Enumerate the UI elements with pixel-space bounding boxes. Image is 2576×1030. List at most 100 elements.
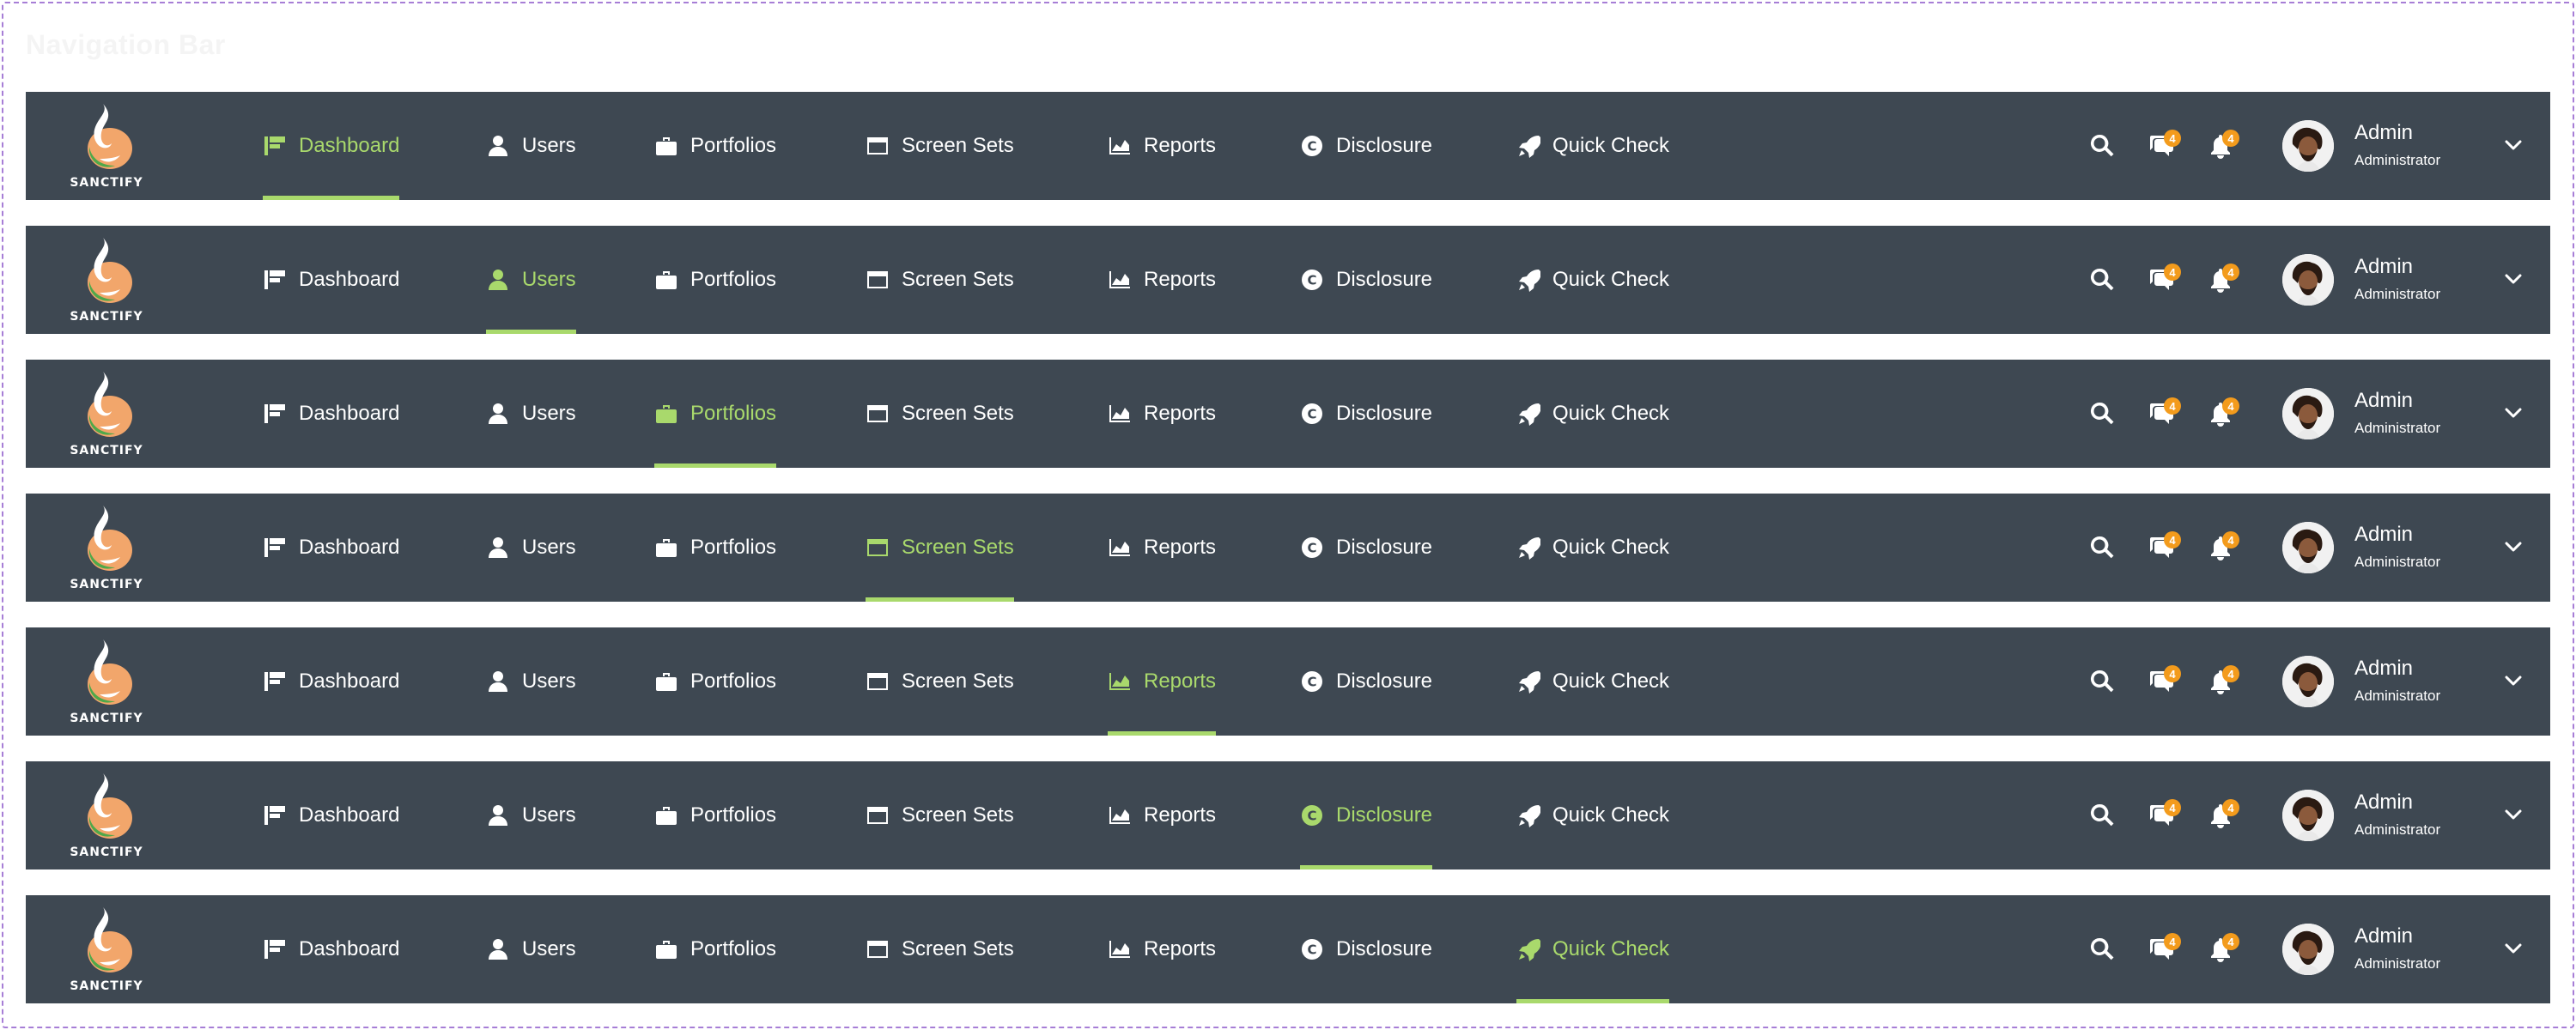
nav-item-portfolios[interactable]: Portfolios bbox=[654, 360, 777, 468]
nav-item-screen-sets[interactable]: Screen Sets bbox=[866, 360, 1014, 468]
messages-button[interactable]: 4 bbox=[2145, 494, 2181, 602]
search-button[interactable] bbox=[2085, 92, 2119, 200]
nav-item-quick-check[interactable]: Quick Check bbox=[1516, 494, 1669, 602]
rocket-icon bbox=[1516, 402, 1540, 426]
nav-item-reports[interactable]: Reports bbox=[1108, 92, 1216, 200]
avatar[interactable] bbox=[2282, 924, 2334, 975]
nav-item-disclosure[interactable]: C Disclosure bbox=[1300, 92, 1432, 200]
chevron-down-icon[interactable] bbox=[2499, 130, 2528, 160]
brand-logo[interactable]: SANCTIFY bbox=[64, 494, 149, 602]
brand-logo[interactable]: SANCTIFY bbox=[64, 360, 149, 468]
nav-item-disclosure[interactable]: C Disclosure bbox=[1300, 761, 1433, 869]
nav-item-portfolios[interactable]: Portfolios bbox=[654, 494, 776, 602]
search-button[interactable] bbox=[2085, 895, 2119, 1003]
nav-item-users[interactable]: Users bbox=[486, 360, 576, 468]
avatar[interactable] bbox=[2282, 656, 2334, 707]
notifications-button[interactable]: 4 bbox=[2203, 360, 2239, 468]
nav-item-screen-sets[interactable]: Screen Sets bbox=[866, 494, 1014, 602]
messages-button[interactable]: 4 bbox=[2145, 92, 2181, 200]
nav-item-portfolios[interactable]: Portfolios bbox=[654, 92, 776, 200]
nav-item-disclosure[interactable]: C Disclosure bbox=[1300, 226, 1432, 334]
brand-logo[interactable]: SANCTIFY bbox=[64, 92, 149, 200]
nav-item-quick-check[interactable]: Quick Check bbox=[1516, 627, 1669, 736]
search-button[interactable] bbox=[2085, 627, 2119, 736]
nav-item-quick-check[interactable]: Quick Check bbox=[1516, 761, 1669, 869]
nav-item-users[interactable]: Users bbox=[486, 226, 576, 334]
nav-item-quick-check[interactable]: Quick Check bbox=[1516, 360, 1669, 468]
brand-logo[interactable]: SANCTIFY bbox=[64, 895, 149, 1003]
nav-item-dashboard[interactable]: Dashboard bbox=[263, 627, 399, 736]
nav-item-users[interactable]: Users bbox=[486, 627, 576, 736]
nav-item-dashboard[interactable]: Dashboard bbox=[263, 226, 399, 334]
nav-item-label: Screen Sets bbox=[902, 937, 1014, 960]
active-indicator bbox=[1516, 330, 1669, 334]
nav-item-quick-check[interactable]: Quick Check bbox=[1516, 895, 1670, 1003]
nav-item-screen-sets[interactable]: Screen Sets bbox=[866, 895, 1014, 1003]
nav-item-disclosure[interactable]: C Disclosure bbox=[1300, 494, 1432, 602]
nav-item-dashboard[interactable]: Dashboard bbox=[263, 360, 399, 468]
notifications-button[interactable]: 4 bbox=[2203, 761, 2239, 869]
nav-item-quick-check[interactable]: Quick Check bbox=[1516, 226, 1669, 334]
chevron-down-icon[interactable] bbox=[2499, 532, 2528, 561]
nav-item-screen-sets[interactable]: Screen Sets bbox=[866, 92, 1014, 200]
chevron-down-icon[interactable] bbox=[2499, 934, 2528, 963]
notifications-button[interactable]: 4 bbox=[2203, 92, 2239, 200]
nav-item-disclosure[interactable]: C Disclosure bbox=[1300, 895, 1432, 1003]
chevron-down-icon[interactable] bbox=[2499, 398, 2528, 427]
nav-item-users[interactable]: Users bbox=[486, 494, 576, 602]
nav-item-portfolios[interactable]: Portfolios bbox=[654, 226, 776, 334]
search-button[interactable] bbox=[2085, 761, 2119, 869]
nav-item-screen-sets[interactable]: Screen Sets bbox=[866, 226, 1014, 334]
notifications-button[interactable]: 4 bbox=[2203, 226, 2239, 334]
chevron-down-icon[interactable] bbox=[2499, 666, 2528, 695]
nav-item-dashboard[interactable]: Dashboard bbox=[263, 494, 399, 602]
brand-logo[interactable]: SANCTIFY bbox=[64, 627, 149, 736]
nav-item-label: Reports bbox=[1144, 402, 1217, 425]
nav-item-dashboard[interactable]: Dashboard bbox=[263, 761, 399, 869]
nav-item-dashboard[interactable]: Dashboard bbox=[263, 92, 400, 200]
notifications-button[interactable]: 4 bbox=[2203, 895, 2239, 1003]
avatar[interactable] bbox=[2282, 388, 2334, 439]
search-button[interactable] bbox=[2085, 494, 2119, 602]
messages-button[interactable]: 4 bbox=[2145, 226, 2181, 334]
nav-item-screen-sets[interactable]: Screen Sets bbox=[866, 627, 1014, 736]
nav-item-dashboard[interactable]: Dashboard bbox=[263, 895, 399, 1003]
nav-item-portfolios[interactable]: Portfolios bbox=[654, 761, 776, 869]
nav-item-label: Quick Check bbox=[1552, 670, 1670, 693]
nav-item-users[interactable]: Users bbox=[486, 92, 576, 200]
nav-item-screen-sets[interactable]: Screen Sets bbox=[866, 761, 1014, 869]
avatar[interactable] bbox=[2282, 522, 2334, 573]
nav-item-reports[interactable]: Reports bbox=[1108, 761, 1216, 869]
notifications-button[interactable]: 4 bbox=[2203, 494, 2239, 602]
chevron-down-icon[interactable] bbox=[2499, 264, 2528, 294]
brand-logo[interactable]: SANCTIFY bbox=[64, 761, 149, 869]
nav-item-reports[interactable]: Reports bbox=[1108, 895, 1216, 1003]
nav-item-portfolios[interactable]: Portfolios bbox=[654, 895, 776, 1003]
messages-button[interactable]: 4 bbox=[2145, 895, 2181, 1003]
active-indicator bbox=[263, 865, 399, 869]
messages-button[interactable]: 4 bbox=[2145, 627, 2181, 736]
nav-item-reports[interactable]: Reports bbox=[1108, 360, 1216, 468]
nav-item-users[interactable]: Users bbox=[486, 761, 576, 869]
nav-item-reports[interactable]: Reports bbox=[1108, 627, 1217, 736]
brand-logo[interactable]: SANCTIFY bbox=[64, 226, 149, 334]
nav-item-disclosure[interactable]: C Disclosure bbox=[1300, 627, 1432, 736]
avatar[interactable] bbox=[2282, 120, 2334, 172]
search-button[interactable] bbox=[2085, 226, 2119, 334]
count-badge: 4 bbox=[2222, 397, 2239, 415]
messages-button[interactable]: 4 bbox=[2145, 360, 2181, 468]
nav-item-reports[interactable]: Reports bbox=[1108, 494, 1216, 602]
messages-button[interactable]: 4 bbox=[2145, 761, 2181, 869]
search-button[interactable] bbox=[2085, 360, 2119, 468]
nav-item-reports[interactable]: Reports bbox=[1108, 226, 1216, 334]
nav-item-disclosure[interactable]: C Disclosure bbox=[1300, 360, 1432, 468]
avatar[interactable] bbox=[2282, 254, 2334, 306]
chevron-down-icon[interactable] bbox=[2499, 800, 2528, 829]
user-icon bbox=[486, 402, 510, 426]
area-chart-icon bbox=[1108, 937, 1132, 961]
nav-item-portfolios[interactable]: Portfolios bbox=[654, 627, 776, 736]
nav-item-quick-check[interactable]: Quick Check bbox=[1516, 92, 1669, 200]
nav-item-users[interactable]: Users bbox=[486, 895, 576, 1003]
avatar[interactable] bbox=[2282, 790, 2334, 841]
notifications-button[interactable]: 4 bbox=[2203, 627, 2239, 736]
